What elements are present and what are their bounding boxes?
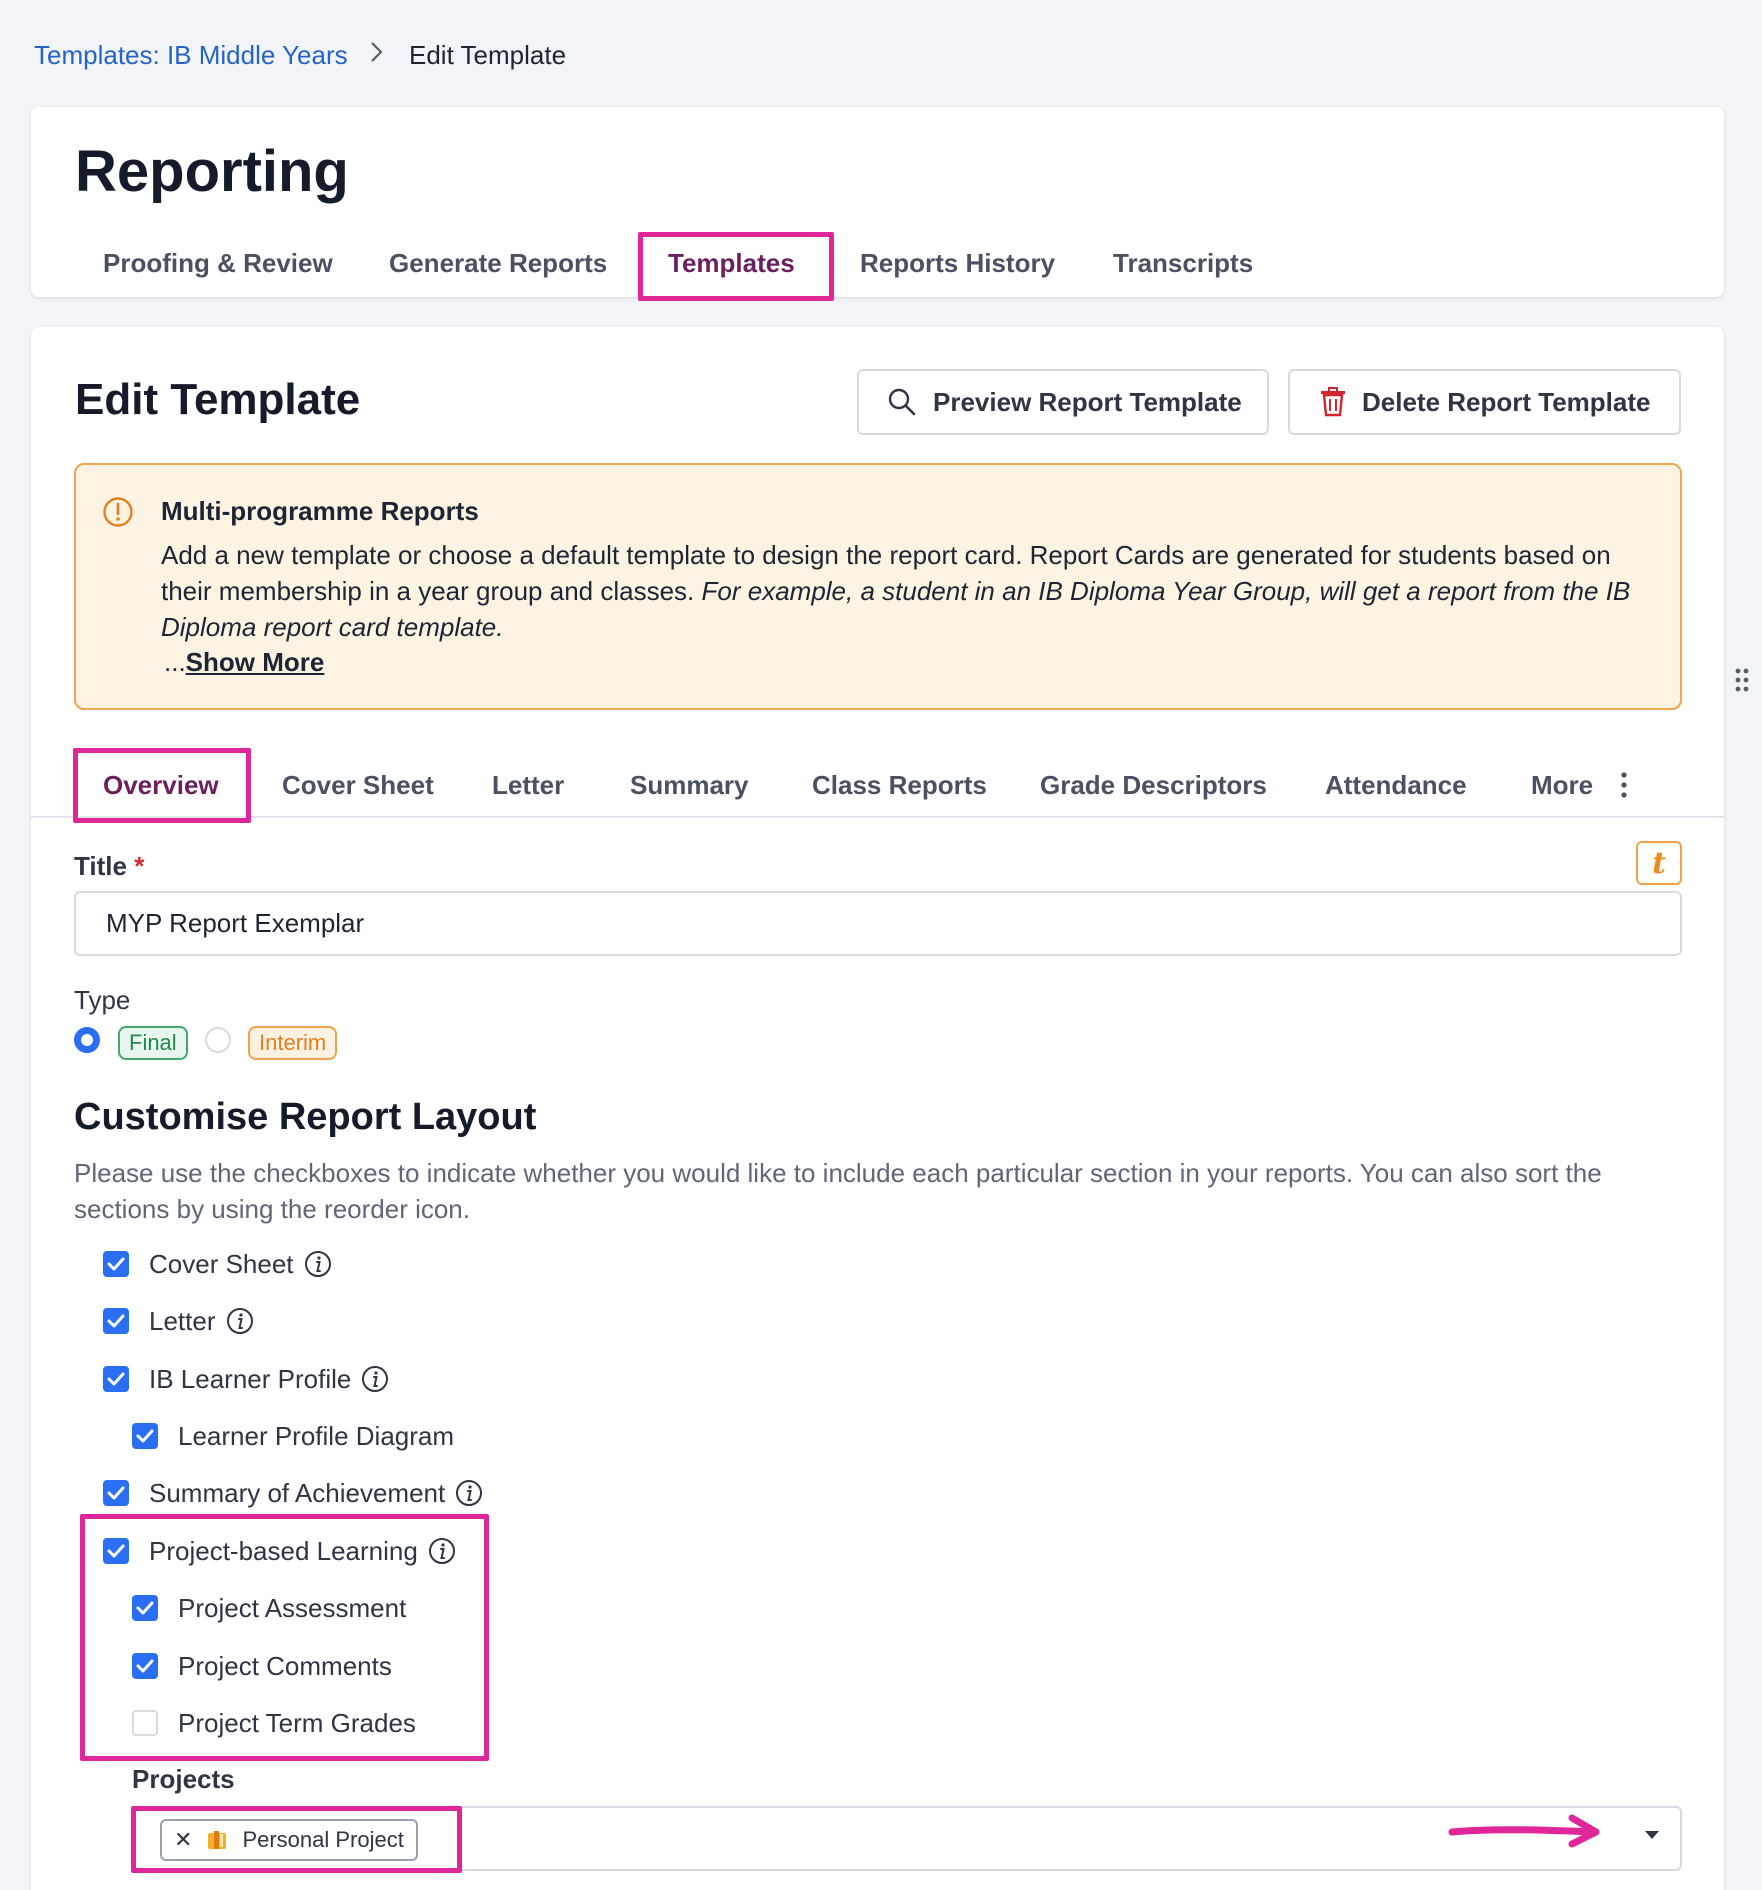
subtab-class-reports[interactable]: Class Reports <box>812 770 987 801</box>
show-more-link[interactable]: Show More <box>186 647 325 677</box>
type-badge-interim: Interim <box>248 1026 338 1060</box>
title-label-text: Title <box>74 851 127 881</box>
highlight-box-templates <box>638 232 834 301</box>
check-icon <box>107 1314 125 1328</box>
highlight-box-project-chip <box>131 1806 462 1873</box>
required-mark: * <box>134 851 145 881</box>
highlight-box-project-learning <box>80 1514 489 1761</box>
section-label: Learner Profile Diagram <box>178 1420 455 1451</box>
subtab-attendance[interactable]: Attendance <box>1325 770 1467 801</box>
info-icon[interactable] <box>304 1250 332 1278</box>
translate-icon[interactable]: t <box>1636 841 1682 885</box>
section-row-letter[interactable]: Letter <box>103 1303 254 1339</box>
checkbox-cover-sheet[interactable] <box>103 1251 129 1277</box>
check-icon <box>136 1429 154 1443</box>
delete-button-label: Delete Report Template <box>1362 386 1651 417</box>
customise-layout-description: Please use the checkboxes to indicate wh… <box>74 1158 1602 1224</box>
annotation-arrow-icon <box>1448 1814 1600 1848</box>
tab-transcripts[interactable]: Transcripts <box>1113 248 1253 279</box>
alert-show-more: ...Show More <box>164 647 324 678</box>
drag-handle-icon[interactable] <box>1735 668 1749 692</box>
breadcrumb-current: Edit Template <box>409 40 567 70</box>
projects-label: Projects <box>132 1764 235 1794</box>
highlight-box-overview <box>73 748 251 823</box>
tab-proofing-review[interactable]: Proofing & Review <box>103 248 333 279</box>
delete-report-template-button[interactable]: Delete Report Template <box>1288 369 1681 435</box>
warning-circle-icon <box>103 497 133 527</box>
title-label: Title * <box>74 851 144 882</box>
section-row-cover-sheet[interactable]: Cover Sheet <box>103 1246 332 1282</box>
check-icon <box>107 1257 125 1271</box>
preview-button-label: Preview Report Template <box>933 386 1242 417</box>
subtab-grade-descriptors[interactable]: Grade Descriptors <box>1040 770 1267 801</box>
section-label: Letter <box>149 1305 216 1336</box>
subtab-cover-sheet[interactable]: Cover Sheet <box>282 770 434 801</box>
tab-reports-history[interactable]: Reports History <box>860 248 1055 279</box>
section-label: IB Learner Profile <box>149 1363 352 1394</box>
alert-body: Add a new template or choose a default t… <box>161 537 1661 645</box>
type-radio-final[interactable] <box>74 1027 100 1053</box>
customise-layout-heading: Customise Report Layout <box>74 1096 537 1138</box>
alert-title: Multi-programme Reports <box>161 496 479 526</box>
checkbox-learner-profile-diagram[interactable] <box>132 1423 158 1449</box>
section-label: Cover Sheet <box>149 1248 294 1279</box>
checkbox-letter[interactable] <box>103 1308 129 1334</box>
type-label: Type <box>74 985 131 1015</box>
chevron-right-icon <box>371 42 383 62</box>
page-title: Reporting <box>75 139 349 204</box>
subtab-letter[interactable]: Letter <box>492 770 564 801</box>
type-badge-final: Final <box>118 1026 188 1060</box>
preview-report-template-button[interactable]: Preview Report Template <box>857 369 1269 435</box>
check-icon <box>107 1372 125 1386</box>
edit-template-title: Edit Template <box>75 375 361 424</box>
section-row-ib-learner-profile[interactable]: IB Learner Profile <box>103 1361 389 1397</box>
checkbox-ib-learner-profile[interactable] <box>103 1366 129 1392</box>
info-icon[interactable] <box>455 1479 483 1507</box>
breadcrumb-parent-link[interactable]: Templates: IB Middle Years <box>34 40 348 71</box>
checkbox-summary-of-achievement[interactable] <box>103 1480 129 1506</box>
subtab-summary[interactable]: Summary <box>630 770 749 801</box>
section-row-summary-of-achievement[interactable]: Summary of Achievement <box>103 1475 483 1511</box>
section-label: Summary of Achievement <box>149 1477 446 1508</box>
type-radio-interim[interactable] <box>205 1027 231 1053</box>
trash-icon <box>1321 387 1345 417</box>
title-input[interactable]: MYP Report Exemplar <box>74 891 1682 956</box>
subtabs-divider <box>31 816 1724 818</box>
subtab-more[interactable]: More <box>1531 770 1593 801</box>
dropdown-caret-icon[interactable] <box>1644 1830 1660 1840</box>
info-icon[interactable] <box>226 1307 254 1335</box>
search-icon <box>888 388 916 416</box>
tab-generate-reports[interactable]: Generate Reports <box>389 248 607 279</box>
check-icon <box>107 1486 125 1500</box>
section-row-learner-profile-diagram[interactable]: Learner Profile Diagram <box>132 1418 454 1454</box>
info-icon[interactable] <box>361 1365 389 1393</box>
more-vertical-icon[interactable] <box>1620 772 1628 798</box>
alert-ellipsis: ... <box>164 647 186 677</box>
